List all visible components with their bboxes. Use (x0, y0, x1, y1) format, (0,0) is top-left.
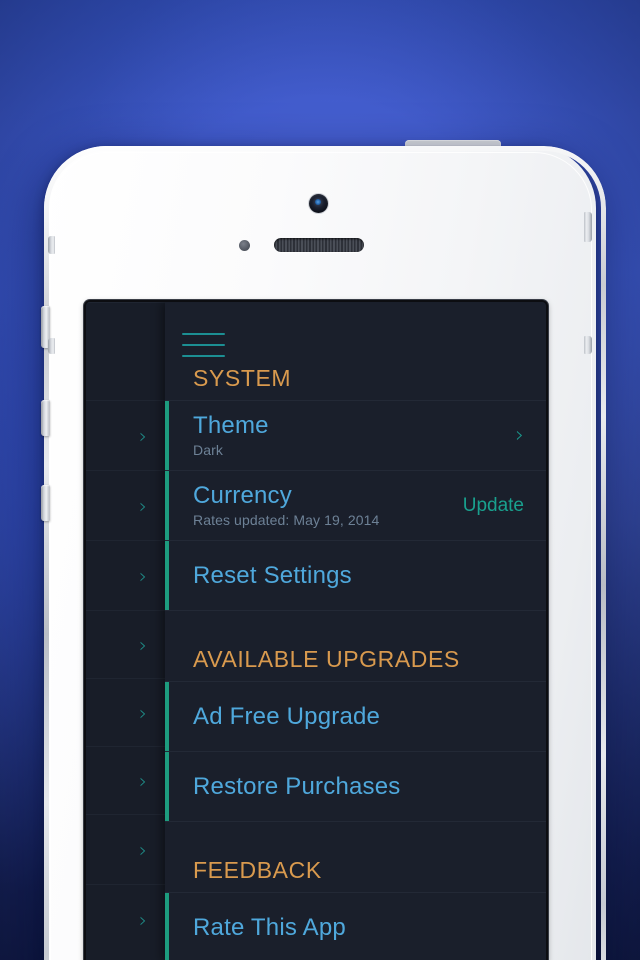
antenna-band-left-bottom (48, 338, 55, 354)
underlay-row[interactable]: › (86, 678, 165, 746)
row-currency[interactable]: Currency Rates updated: May 19, 2014 Upd… (165, 470, 546, 540)
row-theme-text: Theme Dark (193, 411, 269, 459)
proximity-sensor (239, 240, 250, 251)
row-ad-free-upgrade[interactable]: Ad Free Upgrade (165, 681, 546, 751)
section-header-available-upgrades: AVAILABLE UPGRADES (193, 646, 460, 672)
section-group-available-upgrades: Ad Free Upgrade Restore Purchases (165, 681, 546, 821)
earpiece-speaker (274, 238, 364, 252)
hamburger-bar (182, 355, 225, 357)
screen-bezel: › › › › › › › › SYSTEM Theme Dark › Curr… (84, 300, 548, 960)
row-restore-purchases-title: Restore Purchases (193, 772, 401, 800)
chevron-right-icon: › (139, 837, 147, 862)
row-theme-title: Theme (193, 411, 269, 439)
screenshot-stage: › › › › › › › › SYSTEM Theme Dark › Curr… (0, 0, 640, 960)
row-currency-text: Currency Rates updated: May 19, 2014 (193, 481, 380, 529)
chevron-right-icon: › (139, 768, 147, 793)
underlay-row[interactable]: › (86, 400, 165, 470)
hamburger-bar (182, 333, 225, 335)
front-camera-glint (315, 199, 321, 205)
section-header-feedback: FEEDBACK (193, 857, 322, 883)
chevron-right-icon: › (139, 493, 147, 518)
row-reset-settings-text: Reset Settings (193, 561, 352, 589)
hamburger-bar (182, 344, 225, 346)
underlay-row[interactable]: › (86, 746, 165, 814)
chevron-right-icon: › (139, 423, 147, 448)
underlay-row[interactable]: › (86, 540, 165, 610)
section-group-system: Theme Dark › Currency Rates updated: May… (165, 400, 546, 610)
row-ad-free-upgrade-title: Ad Free Upgrade (193, 702, 381, 730)
row-restore-purchases-text: Restore Purchases (193, 772, 401, 800)
row-rate-this-app[interactable]: Rate This App (165, 892, 546, 960)
chevron-right-icon: › (139, 632, 147, 657)
hamburger-menu-icon[interactable] (182, 333, 225, 358)
chevron-right-icon: › (515, 422, 524, 448)
antenna-band-right-bottom (584, 336, 592, 354)
currency-update-button[interactable]: Update (463, 495, 524, 517)
row-rate-this-app-title: Rate This App (193, 913, 346, 941)
chevron-right-icon: › (139, 700, 147, 725)
row-currency-subtitle: Rates updated: May 19, 2014 (193, 512, 380, 529)
chevron-right-icon: › (139, 907, 147, 932)
chevron-right-icon: › (139, 563, 147, 588)
underlay-row[interactable]: › (86, 470, 165, 540)
underlay-row[interactable]: › (86, 814, 165, 884)
row-reset-settings-title: Reset Settings (193, 561, 352, 589)
antenna-band-left-top (48, 236, 55, 254)
app-screen: › › › › › › › › SYSTEM Theme Dark › Curr… (86, 302, 546, 960)
row-theme[interactable]: Theme Dark › (165, 400, 546, 470)
volume-down-button[interactable] (41, 485, 50, 521)
underlay-row[interactable]: › (86, 610, 165, 678)
underlay-row[interactable]: › (86, 884, 165, 954)
row-currency-title: Currency (193, 481, 292, 509)
underlay-row[interactable] (86, 302, 165, 400)
section-group-feedback: Rate This App (165, 892, 546, 960)
row-ad-free-upgrade-text: Ad Free Upgrade (193, 702, 381, 730)
row-restore-purchases[interactable]: Restore Purchases (165, 751, 546, 821)
settings-panel: SYSTEM Theme Dark › Currency Rates updat… (165, 302, 546, 960)
row-reset-settings[interactable]: Reset Settings (165, 540, 546, 610)
drawer-underlay[interactable]: › › › › › › › › (86, 302, 165, 960)
volume-up-button[interactable] (41, 400, 50, 436)
row-theme-subtitle: Dark (193, 442, 223, 459)
antenna-band-right-top (584, 212, 592, 242)
row-rate-this-app-text: Rate This App (193, 913, 346, 941)
